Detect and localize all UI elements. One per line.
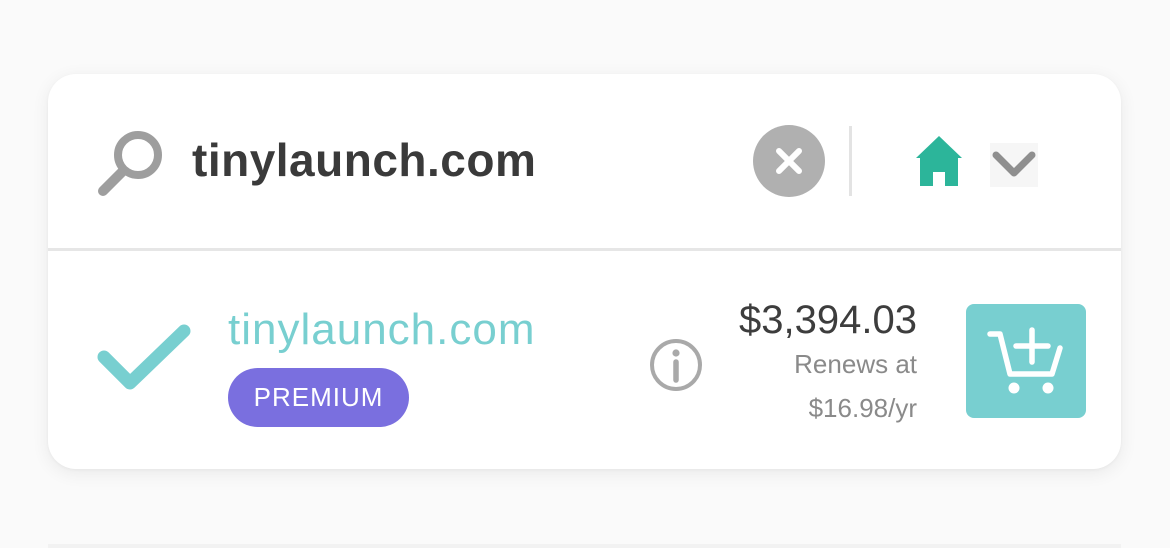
search-icon xyxy=(98,131,162,196)
add-to-cart-button[interactable] xyxy=(966,304,1086,418)
renew-price: $16.98/yr xyxy=(808,393,917,423)
search-input[interactable]: tinylaunch.com xyxy=(192,132,536,188)
cart-plus-icon xyxy=(987,327,1063,394)
checkmark-icon xyxy=(97,324,191,390)
price: $3,394.03 xyxy=(739,298,917,342)
search-divider xyxy=(849,126,852,196)
chevron-down-icon xyxy=(990,143,1038,187)
tld-dropdown[interactable] xyxy=(906,130,1041,196)
domain-result-row: tinylaunch.com PREMIUM $3,394.03 Renews … xyxy=(48,251,1121,469)
close-icon xyxy=(776,148,802,174)
premium-badge: PREMIUM xyxy=(228,368,409,427)
next-card-edge xyxy=(48,544,1121,548)
domain-search-card: tinylaunch.com tinylaunch.com PREMIUM $3… xyxy=(48,74,1121,469)
house-icon xyxy=(916,136,962,186)
search-bar: tinylaunch.com xyxy=(48,74,1121,251)
renew-label: Renews at xyxy=(794,349,917,379)
info-icon[interactable] xyxy=(649,338,703,392)
result-domain-name: tinylaunch.com xyxy=(228,305,536,354)
clear-search-button[interactable] xyxy=(753,125,825,197)
